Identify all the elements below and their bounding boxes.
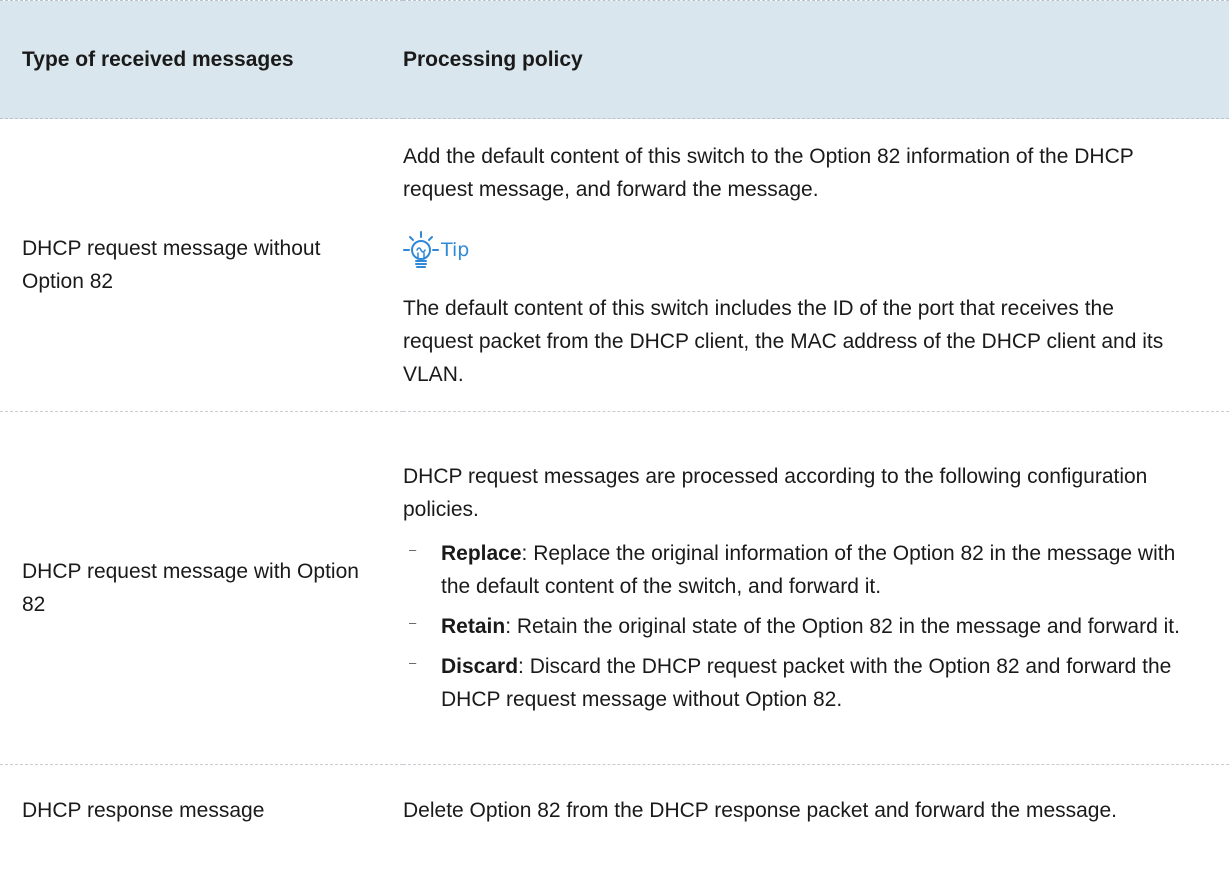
policy-text: DHCP request messages are processed acco… <box>403 465 1148 521</box>
table-row: DHCP request message without Option 82 A… <box>0 118 1229 412</box>
table-header-row: Type of received messages Processing pol… <box>0 0 1229 119</box>
table-row: DHCP response message Delete Option 82 f… <box>0 765 1229 856</box>
policy-text: Delete Option 82 from the DHCP response … <box>403 798 1117 822</box>
lightbulb-icon <box>403 230 439 271</box>
option-keyword: Retain <box>441 615 506 638</box>
option-keyword: Replace <box>441 542 522 565</box>
row-type-cell: DHCP request message without Option 82 <box>0 118 403 412</box>
list-item: – Retain: Retain the original state of t… <box>403 610 1189 643</box>
header-policy: Processing policy <box>403 47 583 71</box>
row-policy-cell: Add the default content of this switch t… <box>403 118 1229 412</box>
option-description: : Discard the DHCP request packet with t… <box>441 655 1172 711</box>
row-type-label: DHCP request message with Option 82 <box>22 560 359 616</box>
row-policy-cell: DHCP request messages are processed acco… <box>403 411 1229 765</box>
option-description: : Retain the original state of the Optio… <box>505 615 1180 638</box>
option-description: : Replace the original information of th… <box>441 542 1176 598</box>
header-type: Type of received messages <box>22 47 294 71</box>
policy-options-list: – Replace: Replace the original informat… <box>403 537 1189 716</box>
option82-policy-table: Type of received messages Processing pol… <box>0 0 1229 856</box>
row-type-cell: DHCP request message with Option 82 <box>0 411 403 765</box>
dash-bullet-icon: – <box>409 615 417 630</box>
row-type-label: DHCP request message without Option 82 <box>22 237 321 293</box>
policy-text: Add the default content of this switch t… <box>403 144 1134 201</box>
dash-bullet-icon: – <box>409 542 417 557</box>
row-type-cell: DHCP response message <box>0 765 403 856</box>
list-item: – Replace: Replace the original informat… <box>403 537 1189 603</box>
tip-callout: Tip <box>403 230 1189 271</box>
option-keyword: Discard <box>441 655 519 678</box>
list-item: – Discard: Discard the DHCP request pack… <box>403 650 1189 716</box>
tip-text: The default content of this switch inclu… <box>403 296 1164 386</box>
tip-label: Tip <box>441 239 470 261</box>
row-type-label: DHCP response message <box>22 798 265 822</box>
row-policy-cell: Delete Option 82 from the DHCP response … <box>403 765 1229 856</box>
table-row: DHCP request message with Option 82 DHCP… <box>0 411 1229 765</box>
dash-bullet-icon: – <box>409 655 417 670</box>
